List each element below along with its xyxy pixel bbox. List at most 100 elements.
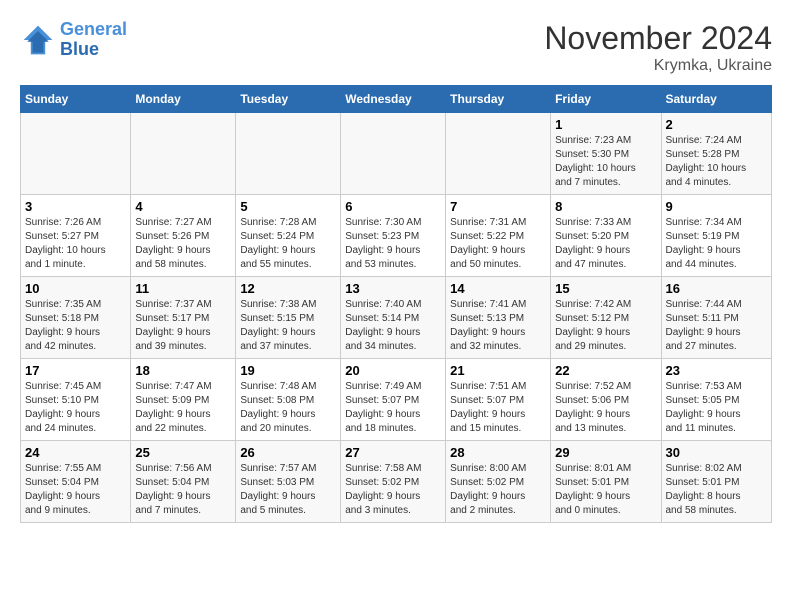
day-number: 1 xyxy=(555,117,656,132)
day-number: 16 xyxy=(666,281,768,296)
day-number: 27 xyxy=(345,445,441,460)
day-info: Sunrise: 7:55 AM Sunset: 5:04 PM Dayligh… xyxy=(25,462,126,518)
day-number: 17 xyxy=(25,363,126,378)
weekday-header: Monday xyxy=(131,86,236,113)
day-number: 8 xyxy=(555,199,656,214)
calendar-cell: 19 Sunrise: 7:48 AM Sunset: 5:08 PM Dayli… xyxy=(236,359,341,441)
calendar-cell: 29 Sunrise: 8:01 AM Sunset: 5:01 PM Dayli… xyxy=(551,441,661,523)
calendar-cell: 27 Sunrise: 7:58 AM Sunset: 5:02 PM Dayli… xyxy=(341,441,446,523)
weekday-header: Friday xyxy=(551,86,661,113)
logo: General Blue xyxy=(20,20,127,60)
calendar-cell xyxy=(236,113,341,195)
day-info: Sunrise: 7:26 AM Sunset: 5:27 PM Dayligh… xyxy=(25,216,126,272)
calendar-cell: 3Sunrise: 7:26 AM Sunset: 5:27 PM Daylig… xyxy=(21,195,131,277)
day-info: Sunrise: 7:28 AM Sunset: 5:24 PM Dayligh… xyxy=(240,216,336,272)
day-info: Sunrise: 7:45 AM Sunset: 5:10 PM Dayligh… xyxy=(25,380,126,436)
weekday-header: Thursday xyxy=(446,86,551,113)
calendar-cell xyxy=(341,113,446,195)
day-number: 25 xyxy=(135,445,231,460)
day-number: 29 xyxy=(555,445,656,460)
day-info: Sunrise: 7:42 AM Sunset: 5:12 PM Dayligh… xyxy=(555,298,656,354)
calendar-cell: 22 Sunrise: 7:52 AM Sunset: 5:06 PM Dayli… xyxy=(551,359,661,441)
day-info: Sunrise: 7:52 AM Sunset: 5:06 PM Dayligh… xyxy=(555,380,656,436)
calendar-cell: 17 Sunrise: 7:45 AM Sunset: 5:10 PM Dayli… xyxy=(21,359,131,441)
calendar-cell: 9 Sunrise: 7:34 AM Sunset: 5:19 PM Daylig… xyxy=(661,195,772,277)
calendar-cell: 30 Sunrise: 8:02 AM Sunset: 5:01 PM Dayli… xyxy=(661,441,772,523)
calendar-cell: 13 Sunrise: 7:40 AM Sunset: 5:14 PM Dayli… xyxy=(341,277,446,359)
logo-icon xyxy=(20,22,56,58)
day-info: Sunrise: 7:40 AM Sunset: 5:14 PM Dayligh… xyxy=(345,298,441,354)
location-subtitle: Krymka, Ukraine xyxy=(544,57,772,75)
title-area: November 2024 Krymka, Ukraine xyxy=(544,20,772,75)
day-number: 19 xyxy=(240,363,336,378)
calendar-table: SundayMondayTuesdayWednesdayThursdayFrid… xyxy=(20,85,772,523)
weekday-header: Sunday xyxy=(21,86,131,113)
day-info: Sunrise: 8:02 AM Sunset: 5:01 PM Dayligh… xyxy=(666,462,768,518)
calendar-cell: 5 Sunrise: 7:28 AM Sunset: 5:24 PM Daylig… xyxy=(236,195,341,277)
page-header: General Blue November 2024 Krymka, Ukrai… xyxy=(20,20,772,75)
day-number: 7 xyxy=(450,199,546,214)
day-number: 22 xyxy=(555,363,656,378)
calendar-cell: 6Sunrise: 7:30 AM Sunset: 5:23 PM Daylig… xyxy=(341,195,446,277)
day-number: 26 xyxy=(240,445,336,460)
calendar-cell: 16Sunrise: 7:44 AM Sunset: 5:11 PM Dayli… xyxy=(661,277,772,359)
day-info: Sunrise: 8:00 AM Sunset: 5:02 PM Dayligh… xyxy=(450,462,546,518)
day-info: Sunrise: 7:58 AM Sunset: 5:02 PM Dayligh… xyxy=(345,462,441,518)
day-number: 10 xyxy=(25,281,126,296)
day-number: 20 xyxy=(345,363,441,378)
calendar-cell: 26 Sunrise: 7:57 AM Sunset: 5:03 PM Dayli… xyxy=(236,441,341,523)
day-info: Sunrise: 7:33 AM Sunset: 5:20 PM Dayligh… xyxy=(555,216,656,272)
day-info: Sunrise: 7:48 AM Sunset: 5:08 PM Dayligh… xyxy=(240,380,336,436)
day-number: 9 xyxy=(666,199,768,214)
day-info: Sunrise: 7:38 AM Sunset: 5:15 PM Dayligh… xyxy=(240,298,336,354)
day-number: 11 xyxy=(135,281,231,296)
day-info: Sunrise: 8:01 AM Sunset: 5:01 PM Dayligh… xyxy=(555,462,656,518)
day-number: 18 xyxy=(135,363,231,378)
logo-text: General Blue xyxy=(60,20,127,60)
calendar-cell: 11 Sunrise: 7:37 AM Sunset: 5:17 PM Dayli… xyxy=(131,277,236,359)
day-number: 6 xyxy=(345,199,441,214)
calendar-cell: 10 Sunrise: 7:35 AM Sunset: 5:18 PM Dayli… xyxy=(21,277,131,359)
calendar-cell xyxy=(446,113,551,195)
day-number: 28 xyxy=(450,445,546,460)
day-number: 12 xyxy=(240,281,336,296)
day-info: Sunrise: 7:34 AM Sunset: 5:19 PM Dayligh… xyxy=(666,216,768,272)
day-number: 24 xyxy=(25,445,126,460)
day-number: 13 xyxy=(345,281,441,296)
weekday-header: Tuesday xyxy=(236,86,341,113)
calendar-cell: 1 Sunrise: 7:23 AM Sunset: 5:30 PM Daylig… xyxy=(551,113,661,195)
day-info: Sunrise: 7:56 AM Sunset: 5:04 PM Dayligh… xyxy=(135,462,231,518)
calendar-cell: 28 Sunrise: 8:00 AM Sunset: 5:02 PM Dayli… xyxy=(446,441,551,523)
calendar-cell xyxy=(21,113,131,195)
calendar-cell: 21 Sunrise: 7:51 AM Sunset: 5:07 PM Dayli… xyxy=(446,359,551,441)
calendar-cell: 18Sunrise: 7:47 AM Sunset: 5:09 PM Dayli… xyxy=(131,359,236,441)
day-number: 14 xyxy=(450,281,546,296)
calendar-cell: 14 Sunrise: 7:41 AM Sunset: 5:13 PM Dayli… xyxy=(446,277,551,359)
day-info: Sunrise: 7:35 AM Sunset: 5:18 PM Dayligh… xyxy=(25,298,126,354)
day-number: 15 xyxy=(555,281,656,296)
calendar-cell xyxy=(131,113,236,195)
day-info: Sunrise: 7:57 AM Sunset: 5:03 PM Dayligh… xyxy=(240,462,336,518)
calendar-cell: 25 Sunrise: 7:56 AM Sunset: 5:04 PM Dayli… xyxy=(131,441,236,523)
day-info: Sunrise: 7:31 AM Sunset: 5:22 PM Dayligh… xyxy=(450,216,546,272)
day-info: Sunrise: 7:41 AM Sunset: 5:13 PM Dayligh… xyxy=(450,298,546,354)
weekday-header: Wednesday xyxy=(341,86,446,113)
day-info: Sunrise: 7:24 AM Sunset: 5:28 PM Dayligh… xyxy=(666,134,768,190)
day-number: 5 xyxy=(240,199,336,214)
day-number: 23 xyxy=(666,363,768,378)
day-info: Sunrise: 7:23 AM Sunset: 5:30 PM Dayligh… xyxy=(555,134,656,190)
day-info: Sunrise: 7:51 AM Sunset: 5:07 PM Dayligh… xyxy=(450,380,546,436)
weekday-header: Saturday xyxy=(661,86,772,113)
calendar-cell: 2 Sunrise: 7:24 AM Sunset: 5:28 PM Daylig… xyxy=(661,113,772,195)
day-number: 4 xyxy=(135,199,231,214)
calendar-cell: 8 Sunrise: 7:33 AM Sunset: 5:20 PM Daylig… xyxy=(551,195,661,277)
calendar-cell: 23Sunrise: 7:53 AM Sunset: 5:05 PM Dayli… xyxy=(661,359,772,441)
calendar-cell: 4 Sunrise: 7:27 AM Sunset: 5:26 PM Daylig… xyxy=(131,195,236,277)
day-info: Sunrise: 7:37 AM Sunset: 5:17 PM Dayligh… xyxy=(135,298,231,354)
day-number: 2 xyxy=(666,117,768,132)
calendar-cell: 20Sunrise: 7:49 AM Sunset: 5:07 PM Dayli… xyxy=(341,359,446,441)
day-number: 30 xyxy=(666,445,768,460)
calendar-cell: 15 Sunrise: 7:42 AM Sunset: 5:12 PM Dayli… xyxy=(551,277,661,359)
day-number: 21 xyxy=(450,363,546,378)
day-info: Sunrise: 7:27 AM Sunset: 5:26 PM Dayligh… xyxy=(135,216,231,272)
